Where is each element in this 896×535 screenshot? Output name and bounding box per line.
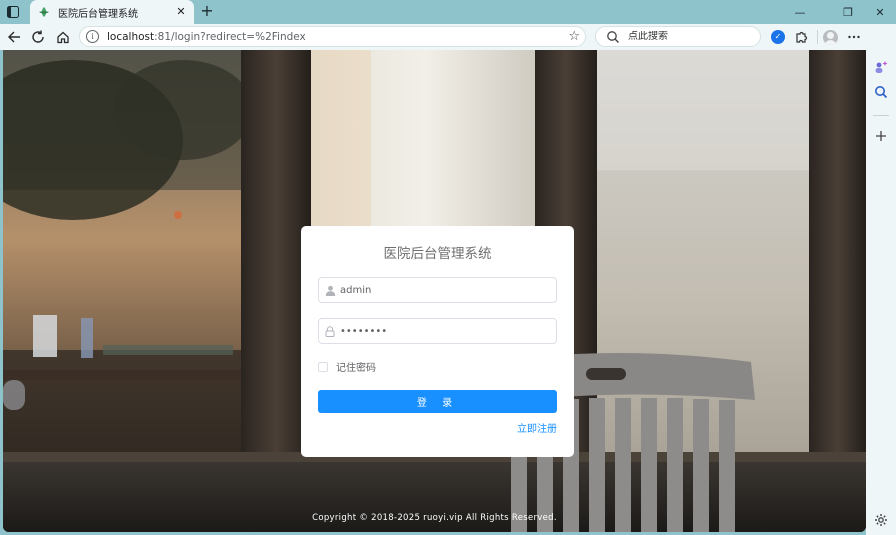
lock-icon [324, 325, 336, 337]
puzzle-icon [796, 31, 808, 43]
back-arrow-icon [8, 31, 20, 43]
new-tab-button[interactable]: + [198, 2, 216, 20]
toolbar-divider [817, 30, 818, 44]
remember-checkbox[interactable] [318, 361, 328, 372]
tab-title: 医院后台管理系统 [58, 8, 138, 20]
login-button[interactable]: 登 录 [318, 390, 557, 413]
site-info-icon[interactable]: i [86, 30, 99, 43]
browser-side-panel [866, 24, 896, 535]
reload-button[interactable] [28, 27, 48, 47]
browser-tab[interactable]: 医院后台管理系统 ✕ [30, 0, 194, 24]
avatar-icon [822, 29, 838, 45]
people-spark-icon [875, 61, 888, 73]
favorite-star-icon[interactable]: ☆ [568, 29, 580, 44]
more-menu-button[interactable] [845, 28, 863, 46]
remember-label: 记住密码 [336, 363, 376, 374]
login-card: 医院后台管理系统 记住密码 登 录 立即注册 [301, 226, 574, 457]
copyright-footer: Copyright © 2018-2025 ruoyi.vip All Righ… [312, 513, 557, 523]
search-icon [875, 86, 888, 99]
profile-button[interactable] [821, 28, 839, 46]
tab-actions-icon[interactable] [4, 3, 22, 20]
sidebar-apps-button[interactable] [872, 58, 890, 76]
minimize-button[interactable]: — [784, 0, 816, 24]
sidebar-search-button[interactable] [872, 83, 890, 101]
extensions-puzzle-button[interactable] [793, 28, 811, 46]
window-close-button[interactable]: ✕ [864, 0, 896, 24]
password-input[interactable] [340, 325, 540, 337]
gear-icon [875, 514, 887, 526]
page-viewport: 医院后台管理系统 记住密码 登 录 立即注册 Copyright © 2018-… [3, 50, 866, 532]
browser-search-input[interactable] [628, 31, 748, 42]
more-dots-icon [848, 35, 860, 39]
login-title: 医院后台管理系统 [383, 246, 492, 262]
reload-icon [32, 30, 44, 43]
user-icon [324, 284, 336, 296]
browser-toolbar: i localhost:81/login?redirect=%2Findex ☆… [0, 24, 896, 50]
register-link[interactable]: 立即注册 [517, 420, 557, 435]
username-input[interactable] [340, 284, 540, 296]
back-button[interactable] [4, 27, 24, 47]
password-field[interactable] [318, 318, 557, 344]
sidebar-separator [873, 115, 889, 116]
extension-badge-icon: ✓ [771, 30, 785, 44]
search-icon [607, 30, 619, 43]
extension-button[interactable]: ✓ [769, 28, 787, 46]
home-icon [57, 31, 69, 44]
favicon-icon [38, 6, 50, 18]
url-text: localhost:81/login?redirect=%2Findex [107, 30, 306, 43]
plus-icon [876, 131, 886, 141]
sidebar-add-button[interactable] [872, 127, 890, 145]
restore-button[interactable]: ❐ [832, 0, 864, 24]
tab-strip: 医院后台管理系统 ✕ + — ❐ ✕ [0, 0, 896, 24]
tab-close-icon[interactable]: ✕ [173, 4, 189, 20]
sidebar-settings-button[interactable] [872, 511, 890, 529]
address-bar[interactable]: i localhost:81/login?redirect=%2Findex ☆ [79, 26, 586, 47]
browser-search-box[interactable] [595, 26, 761, 47]
home-button[interactable] [53, 27, 73, 47]
remember-password[interactable]: 记住密码 [318, 359, 376, 374]
username-field[interactable] [318, 277, 557, 303]
